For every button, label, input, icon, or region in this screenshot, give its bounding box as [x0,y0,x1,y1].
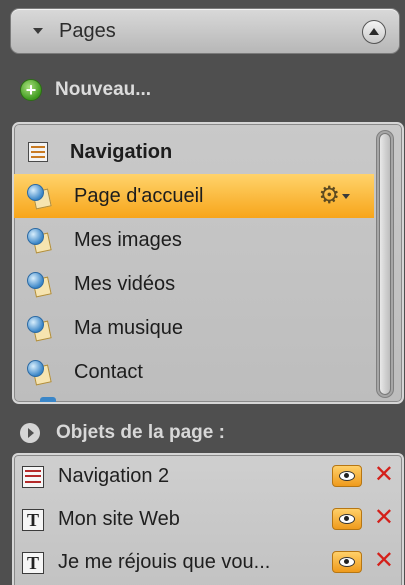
page-globe-icon [40,397,56,402]
page-item-mes-images[interactable]: Mes images [14,218,374,262]
new-page-label: Nouveau... [55,79,152,100]
text-object-icon: T [22,508,44,531]
page-item-label: Mes images [74,228,182,251]
object-label: Je me réjouis que vou... [58,551,271,573]
visibility-toggle-button[interactable] [332,465,362,487]
delete-button[interactable]: ✕ [374,463,394,487]
scroll-up-button[interactable] [362,20,386,44]
scrollbar-thumb[interactable] [379,133,391,395]
page-objects-section-header[interactable]: Objets de la page : [20,418,225,448]
visibility-toggle-button[interactable] [332,508,362,530]
text-object-icon: T [22,551,44,574]
collapse-arrow-icon[interactable] [33,28,43,34]
page-item-label: Ma musique [74,316,183,339]
page-globe-icon [26,315,52,342]
page-item-contact[interactable]: Contact [14,350,374,394]
visibility-toggle-button[interactable] [332,551,362,573]
page-list-scrollbar[interactable] [376,130,394,398]
page-item-page-d-accueil[interactable]: Page d'accueil ⚙ [14,174,374,218]
object-label: Navigation 2 [58,465,170,487]
eye-icon [339,471,355,481]
chevron-down-icon [342,193,350,199]
navigation-icon [28,142,48,162]
page-item-ma-musique[interactable]: Ma musique [14,306,374,350]
page-globe-icon [26,227,52,254]
page-globe-icon [26,271,52,298]
object-row-navigation-2[interactable]: Navigation 2 ✕ [14,455,402,498]
expand-arrow-icon[interactable] [20,423,40,443]
up-arrow-icon [369,27,379,35]
page-item-mes-videos[interactable]: Mes vidéos [14,262,374,306]
page-objects-title: Objets de la page : [56,422,225,443]
gear-icon: ⚙ [318,182,340,209]
page-item-label: Contact [74,360,143,383]
page-item-label: Page d'accueil [74,184,204,207]
object-row-mon-site-web[interactable]: T Mon site Web ✕ [14,498,402,541]
page-list: Navigation Page d'accueil ⚙ Mes images M… [14,130,374,394]
delete-button[interactable]: ✕ [374,549,394,573]
pages-section-header[interactable]: Pages [10,8,400,54]
navigation-object-icon [22,465,44,488]
new-page-button[interactable]: + Nouveau... [20,75,151,105]
pages-section-title: Pages [59,19,116,42]
page-globe-icon [26,359,52,386]
object-row-je-me-rejouis[interactable]: T Je me réjouis que vou... ✕ [14,541,402,584]
page-item-navigation[interactable]: Navigation [14,130,374,174]
delete-button[interactable]: ✕ [374,506,394,530]
add-icon: + [20,79,42,101]
eye-icon [339,514,355,524]
object-label: Mon site Web [58,508,180,530]
page-item-label: Mes vidéos [74,272,176,295]
eye-icon [339,557,355,567]
page-settings-button[interactable]: ⚙ [318,184,350,208]
page-list-panel: Navigation Page d'accueil ⚙ Mes images M… [12,122,404,404]
page-item-label: Navigation [70,140,173,163]
page-objects-panel: Navigation 2 ✕ T Mon site Web ✕ T Je me … [12,453,404,585]
page-globe-icon [26,183,52,210]
